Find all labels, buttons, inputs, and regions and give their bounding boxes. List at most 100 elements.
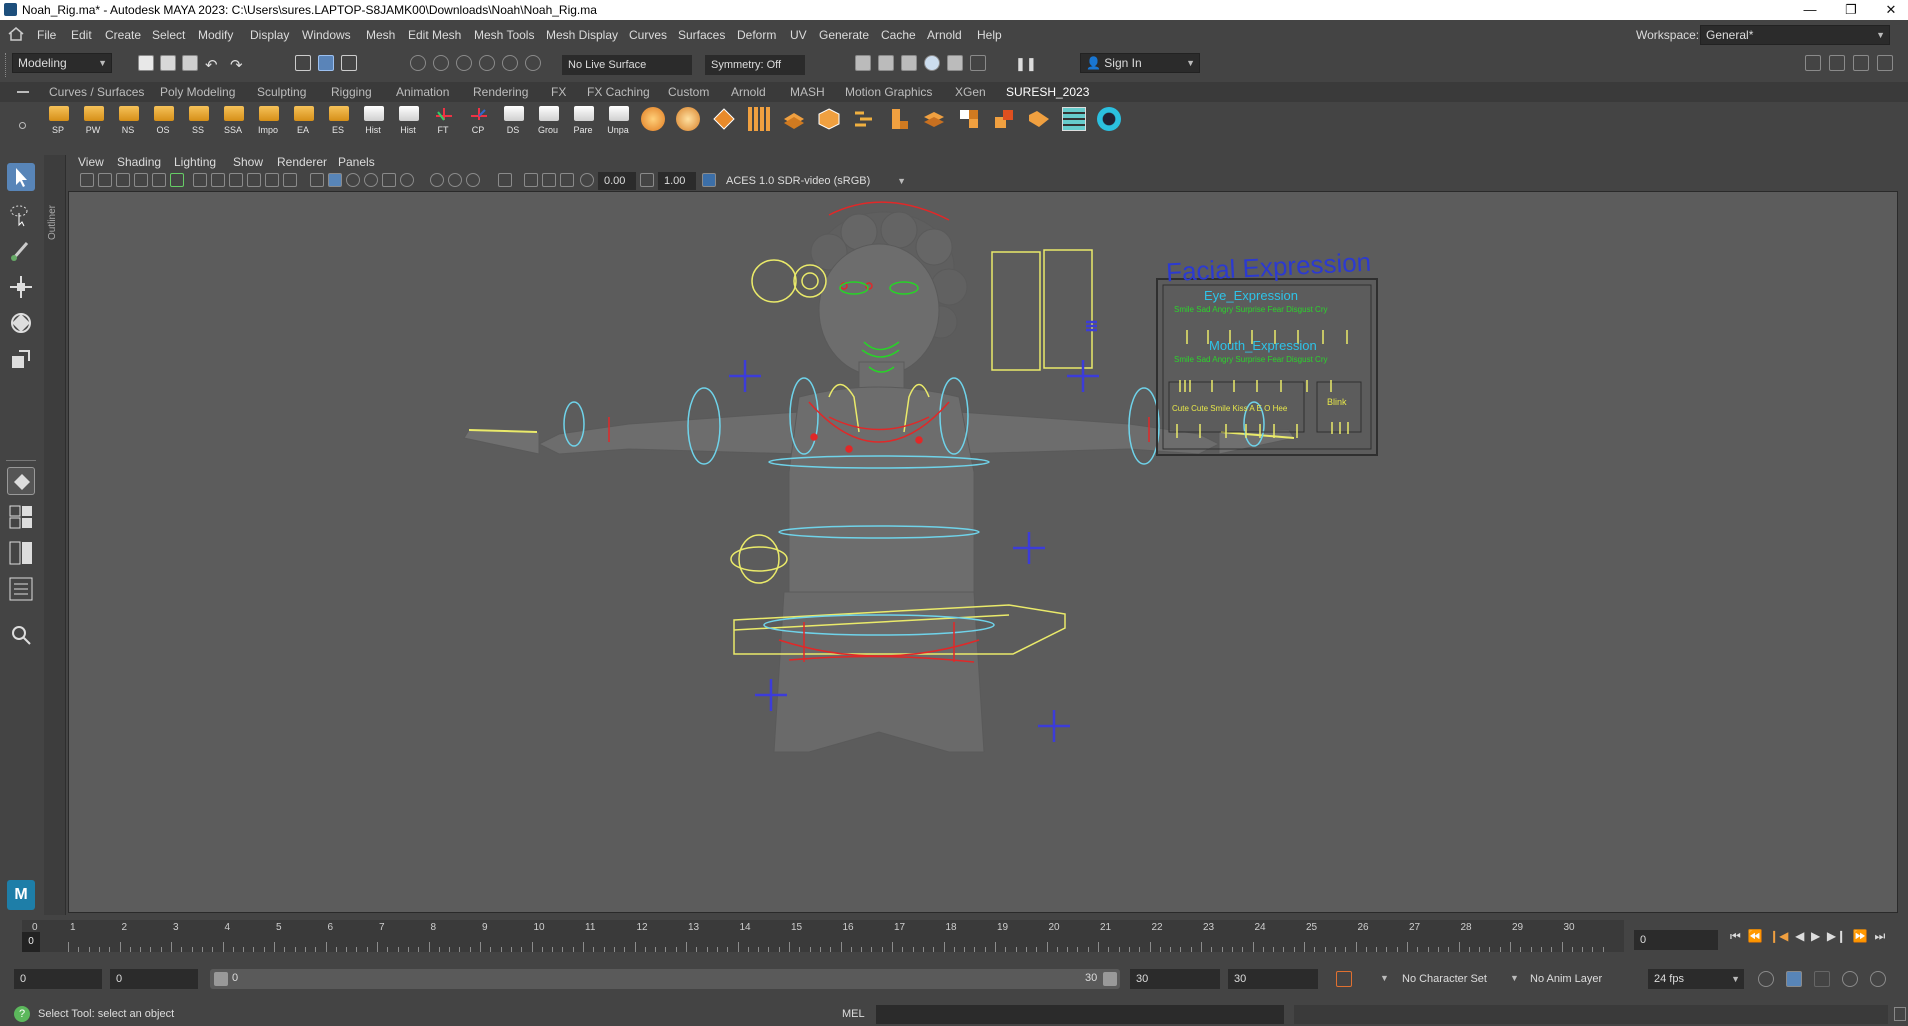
shelf-button-cp[interactable]: CP bbox=[462, 104, 494, 138]
current-frame-marker[interactable]: 0 bbox=[22, 932, 40, 952]
panel-menu-shading[interactable]: Shading bbox=[117, 155, 161, 169]
ipr-render-icon[interactable] bbox=[901, 55, 917, 71]
command-line-input[interactable] bbox=[876, 1005, 1284, 1024]
select-tool-icon[interactable] bbox=[7, 163, 35, 191]
bookmark-icon[interactable] bbox=[116, 173, 130, 187]
menu-display[interactable]: Display bbox=[250, 28, 289, 42]
scatter-tool-icon[interactable] bbox=[852, 107, 876, 131]
ring-tool-icon[interactable] bbox=[1097, 107, 1121, 131]
shelf-button-sp[interactable]: SP bbox=[42, 104, 74, 138]
time-slider[interactable]: 0 1 2 3 4 5 6 7 8 9 10 11 12 13 14 15 16 17 18 19 20 21 22 23 2… bbox=[22, 920, 1624, 952]
step-forward-key-icon[interactable]: ⏩ bbox=[1853, 929, 1868, 943]
shelf-button-os[interactable]: OS bbox=[147, 104, 179, 138]
bend-tool-icon[interactable] bbox=[887, 107, 911, 131]
character-set-dropdown[interactable]: No Character Set bbox=[1396, 969, 1506, 989]
cube-tool-icon[interactable] bbox=[817, 107, 841, 131]
attribute-editor-icon[interactable] bbox=[1853, 55, 1869, 71]
outliner-layout-icon[interactable] bbox=[7, 575, 35, 603]
search-icon[interactable] bbox=[7, 621, 35, 649]
resolution-gate-icon[interactable] bbox=[229, 173, 243, 187]
snap-surface-icon[interactable] bbox=[525, 55, 541, 71]
menu-arnold[interactable]: Arnold bbox=[927, 28, 962, 42]
colorspace-dropdown[interactable]: ACES 1.0 SDR-video (sRGB) ▼ bbox=[720, 172, 910, 190]
snap-point-icon[interactable] bbox=[456, 55, 472, 71]
range-slider-end-handle[interactable] bbox=[1103, 972, 1117, 986]
paint-select-tool-icon[interactable] bbox=[7, 237, 35, 265]
shelf-button-ss[interactable]: SS bbox=[182, 104, 214, 138]
close-button[interactable]: ✕ bbox=[1876, 1, 1906, 19]
menu-modify[interactable]: Modify bbox=[198, 28, 233, 42]
shelf-button-hist[interactable]: Hist bbox=[357, 104, 389, 138]
grid-tool-icon[interactable] bbox=[748, 107, 772, 131]
range-slider[interactable]: 0 30 bbox=[210, 969, 1120, 989]
camera-icon[interactable] bbox=[80, 173, 94, 187]
diamond-tool-icon[interactable] bbox=[712, 107, 736, 131]
viewport[interactable]: Facial Expression Eye_Expression Smile S… bbox=[68, 191, 1898, 913]
shelf-button-hist-2[interactable]: Hist bbox=[392, 104, 424, 138]
sign-in-dropdown[interactable]: 👤 Sign In ▼ bbox=[1080, 53, 1200, 73]
tab-xgen[interactable]: XGen bbox=[955, 85, 986, 99]
script-editor-icon[interactable] bbox=[1894, 1007, 1906, 1021]
color-management-icon[interactable] bbox=[702, 173, 716, 187]
menu-cache[interactable]: Cache bbox=[881, 28, 916, 42]
live-surface-field[interactable]: No Live Surface bbox=[562, 55, 692, 75]
uv-tool-icon[interactable] bbox=[1062, 107, 1086, 131]
tab-animation[interactable]: Animation bbox=[396, 85, 449, 99]
snap-view-icon[interactable] bbox=[502, 55, 518, 71]
wireframe-icon[interactable] bbox=[310, 173, 324, 187]
render-sequence-icon[interactable] bbox=[878, 55, 894, 71]
playback-start-field[interactable]: 0 bbox=[110, 969, 198, 989]
shelf-button-ssa[interactable]: SSA bbox=[217, 104, 249, 138]
animation-end-field[interactable]: 30 bbox=[1228, 969, 1318, 989]
motion-blur-icon[interactable] bbox=[448, 173, 462, 187]
workspace-dropdown[interactable]: General* ▼ bbox=[1700, 25, 1890, 45]
tab-suresh-2023[interactable]: SURESH_2023 bbox=[1006, 85, 1089, 99]
anti-aliasing-icon[interactable] bbox=[466, 173, 480, 187]
menu-generate[interactable]: Generate bbox=[819, 28, 869, 42]
anim-layer-dropdown[interactable]: No Anim Layer bbox=[1524, 969, 1624, 989]
menu-mesh-display[interactable]: Mesh Display bbox=[546, 28, 618, 42]
isolate-select-icon[interactable] bbox=[498, 173, 512, 187]
grip-handle[interactable] bbox=[5, 53, 8, 77]
two-pane-layout-icon[interactable] bbox=[7, 539, 35, 567]
play-forward-icon[interactable]: ▶ bbox=[1811, 929, 1820, 943]
current-frame-field[interactable]: 0 bbox=[1634, 930, 1718, 950]
default-material-icon[interactable] bbox=[346, 173, 360, 187]
cached-playback-icon[interactable] bbox=[1786, 971, 1802, 987]
screen-space-ao-icon[interactable] bbox=[430, 173, 444, 187]
render-frame-icon[interactable] bbox=[855, 55, 871, 71]
menu-surfaces[interactable]: Surfaces bbox=[678, 28, 725, 42]
shelf-button-grou[interactable]: Grou bbox=[532, 104, 564, 138]
render-settings-icon[interactable] bbox=[924, 55, 940, 71]
animation-start-field[interactable]: 0 bbox=[14, 969, 102, 989]
gate-mask-icon[interactable] bbox=[247, 173, 261, 187]
snap-projected-icon[interactable] bbox=[479, 55, 495, 71]
panel-menu-panels[interactable]: Panels bbox=[338, 155, 375, 169]
script-language-toggle[interactable]: MEL bbox=[842, 1008, 865, 1020]
snap-curve-icon[interactable] bbox=[433, 55, 449, 71]
tab-rigging[interactable]: Rigging bbox=[331, 85, 372, 99]
shelf-button-ea[interactable]: EA bbox=[287, 104, 319, 138]
outliner-collapsed-tab[interactable]: Outliner bbox=[44, 155, 66, 915]
use-lights-icon[interactable] bbox=[382, 173, 396, 187]
shelf-button-es[interactable]: ES bbox=[322, 104, 354, 138]
menu-select[interactable]: Select bbox=[152, 28, 185, 42]
snap-grid-icon[interactable] bbox=[410, 55, 426, 71]
four-view-layout-icon[interactable] bbox=[7, 503, 35, 531]
open-scene-icon[interactable] bbox=[160, 55, 176, 71]
single-perspective-layout-icon[interactable] bbox=[7, 467, 35, 495]
gamma-field[interactable]: 1.00 bbox=[658, 172, 696, 190]
menu-edit[interactable]: Edit bbox=[71, 28, 92, 42]
field-chart-icon[interactable] bbox=[265, 173, 279, 187]
2d-pan-icon[interactable] bbox=[152, 173, 166, 187]
shadows-icon[interactable] bbox=[400, 173, 414, 187]
minimize-button[interactable]: — bbox=[1795, 1, 1825, 19]
xray-joints-icon[interactable] bbox=[542, 173, 556, 187]
redo-icon[interactable]: ↷ bbox=[230, 56, 243, 74]
cylinder-tool-icon[interactable] bbox=[676, 107, 700, 131]
character-controls-icon[interactable] bbox=[1829, 55, 1845, 71]
chevron-down-icon[interactable]: ▼ bbox=[1510, 973, 1519, 983]
sound-icon[interactable] bbox=[1814, 971, 1830, 987]
tab-mash[interactable]: MASH bbox=[790, 85, 825, 99]
loop-icon[interactable] bbox=[1758, 971, 1774, 987]
